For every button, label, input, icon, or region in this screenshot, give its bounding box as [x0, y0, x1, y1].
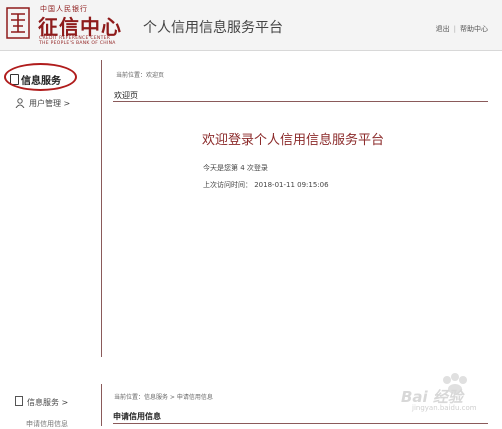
top-links: 退出 | 帮助中心 [436, 24, 488, 34]
sidebar-subitem-apply[interactable]: 申请信用信息 [26, 419, 68, 429]
user-icon [15, 98, 25, 108]
section-title-secondary: 申请信用信息 [113, 412, 161, 421]
section-divider [113, 101, 488, 102]
highlight-annotation [4, 63, 77, 91]
credit-center-seal-icon [6, 7, 30, 39]
breadcrumb: 当前位置：欢迎页 [116, 72, 165, 79]
screenshot-gap [0, 358, 502, 370]
section-divider-secondary [113, 423, 488, 424]
help-center-link[interactable]: 帮助中心 [460, 25, 488, 33]
sidebar-divider-secondary [101, 384, 102, 426]
sidebar-item-label: 用户管理 > [29, 99, 71, 108]
breadcrumb-secondary: 当前位置：信息服务 > 申请信用信息 [114, 394, 213, 401]
sidebar-item-user-management[interactable]: 用户管理 > [15, 98, 70, 109]
sidebar-item-info-service-secondary[interactable]: 信息服务 > [15, 396, 68, 408]
last-visit-text: 上次访问时间： 2018-01-11 09:15:06 [203, 181, 329, 189]
login-count-text: 今天是您第 4 次登录 [203, 164, 268, 172]
section-title: 欢迎页 [114, 91, 138, 100]
sidebar-divider [101, 60, 102, 357]
logo-english-line2: THE PEOPLE'S BANK OF CHINA [39, 41, 116, 46]
platform-title: 个人信用信息服务平台 [143, 20, 283, 36]
watermark-url: jingyan.baidu.com [412, 404, 477, 412]
document-icon [15, 396, 23, 406]
logout-link[interactable]: 退出 [436, 25, 450, 33]
sidebar-item-label: 信息服务 > [27, 398, 69, 407]
welcome-heading: 欢迎登录个人信用信息服务平台 [202, 133, 385, 148]
sidebar [0, 51, 100, 357]
link-separator: | [453, 25, 456, 33]
